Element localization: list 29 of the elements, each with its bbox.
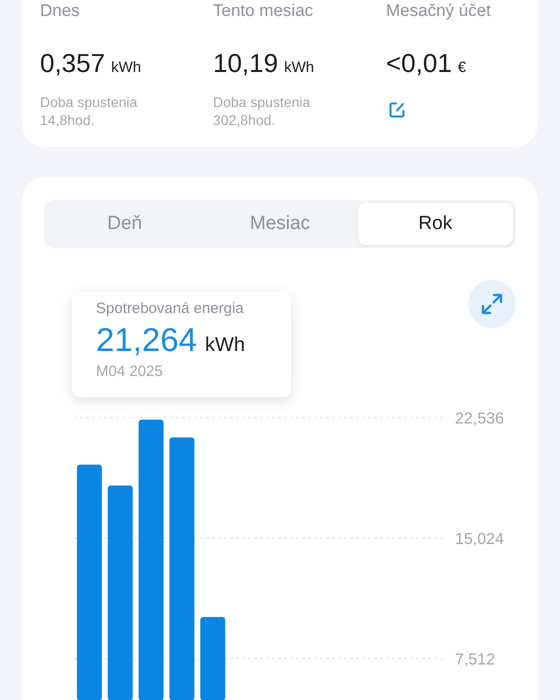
bar[interactable]: [76, 464, 102, 700]
period-tab[interactable]: Deň: [47, 203, 202, 245]
bar[interactable]: [200, 617, 226, 700]
axis-tick-label: 22,536: [455, 410, 504, 428]
tooltip-period: M04 2025: [96, 363, 164, 380]
stat-unit: kWh: [111, 59, 142, 76]
tooltip-title: Spotrebovaná energia: [96, 300, 245, 317]
tooltip-value: 21,264: [96, 321, 197, 359]
period-tab[interactable]: Mesiac: [202, 203, 358, 245]
bar[interactable]: [169, 437, 194, 700]
expand-icon: [479, 291, 505, 317]
stat-label: Tento mesiac: [213, 0, 314, 22]
axis-tick-label: 7,512: [455, 652, 496, 669]
expand-button[interactable]: [468, 280, 516, 328]
stat-value: 10,19: [213, 48, 278, 79]
tooltip-unit: kWh: [204, 334, 245, 357]
axis-tick-label: 15,024: [455, 531, 504, 548]
stat-label: Mesačný účet: [386, 0, 491, 22]
edit-icon[interactable]: [388, 101, 406, 119]
runtime-note: Doba spustenia 302,8hod.: [213, 93, 310, 129]
runtime-note: Doba spustenia 14,8hod.: [40, 93, 138, 129]
stat-label: Dnes: [40, 0, 80, 22]
stat-unit: €: [458, 59, 466, 76]
bar[interactable]: [108, 485, 133, 700]
stat-unit: kWh: [284, 59, 314, 76]
period-tab[interactable]: Rok: [358, 203, 513, 245]
bar[interactable]: [138, 420, 164, 700]
stat-value: <0,01: [386, 48, 452, 79]
stat-value: 0,357: [40, 48, 106, 79]
